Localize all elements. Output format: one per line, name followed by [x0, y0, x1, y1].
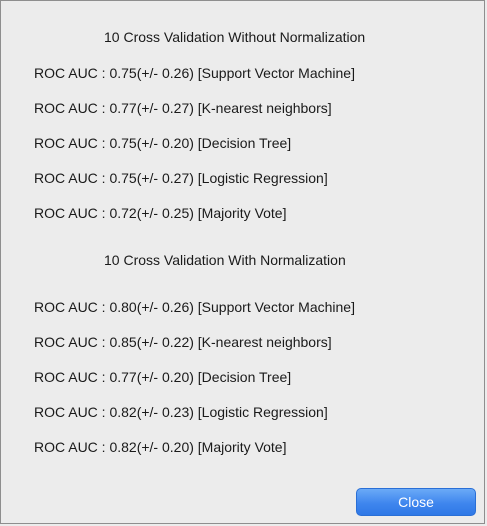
result-line-logistic-regression: ROC AUC : 0.75(+/- 0.27) [Logistic Regre…	[34, 170, 328, 186]
section-title-without-normalization: 10 Cross Validation Without Normalizatio…	[104, 29, 366, 45]
result-line-decision-tree: ROC AUC : 0.75(+/- 0.20) [Decision Tree]	[34, 135, 292, 151]
result-line-logistic-regression-normalized: ROC AUC : 0.82(+/- 0.23) [Logistic Regre…	[34, 404, 328, 420]
result-line-knn-normalized: ROC AUC : 0.85(+/- 0.22) [K-nearest neig…	[34, 334, 332, 350]
result-line-svm: ROC AUC : 0.75(+/- 0.26) [Support Vector…	[34, 65, 355, 81]
result-line-majority-vote: ROC AUC : 0.72(+/- 0.25) [Majority Vote]	[34, 205, 287, 221]
results-dialog: 10 Cross Validation Without Normalizatio…	[0, 0, 485, 524]
close-button[interactable]: Close	[356, 488, 476, 516]
result-line-majority-vote-normalized: ROC AUC : 0.82(+/- 0.20) [Majority Vote]	[34, 439, 287, 455]
result-line-knn: ROC AUC : 0.77(+/- 0.27) [K-nearest neig…	[34, 100, 332, 116]
result-line-svm-normalized: ROC AUC : 0.80(+/- 0.26) [Support Vector…	[34, 299, 355, 315]
result-line-decision-tree-normalized: ROC AUC : 0.77(+/- 0.20) [Decision Tree]	[34, 369, 292, 385]
section-title-with-normalization: 10 Cross Validation With Normalization	[104, 252, 346, 268]
